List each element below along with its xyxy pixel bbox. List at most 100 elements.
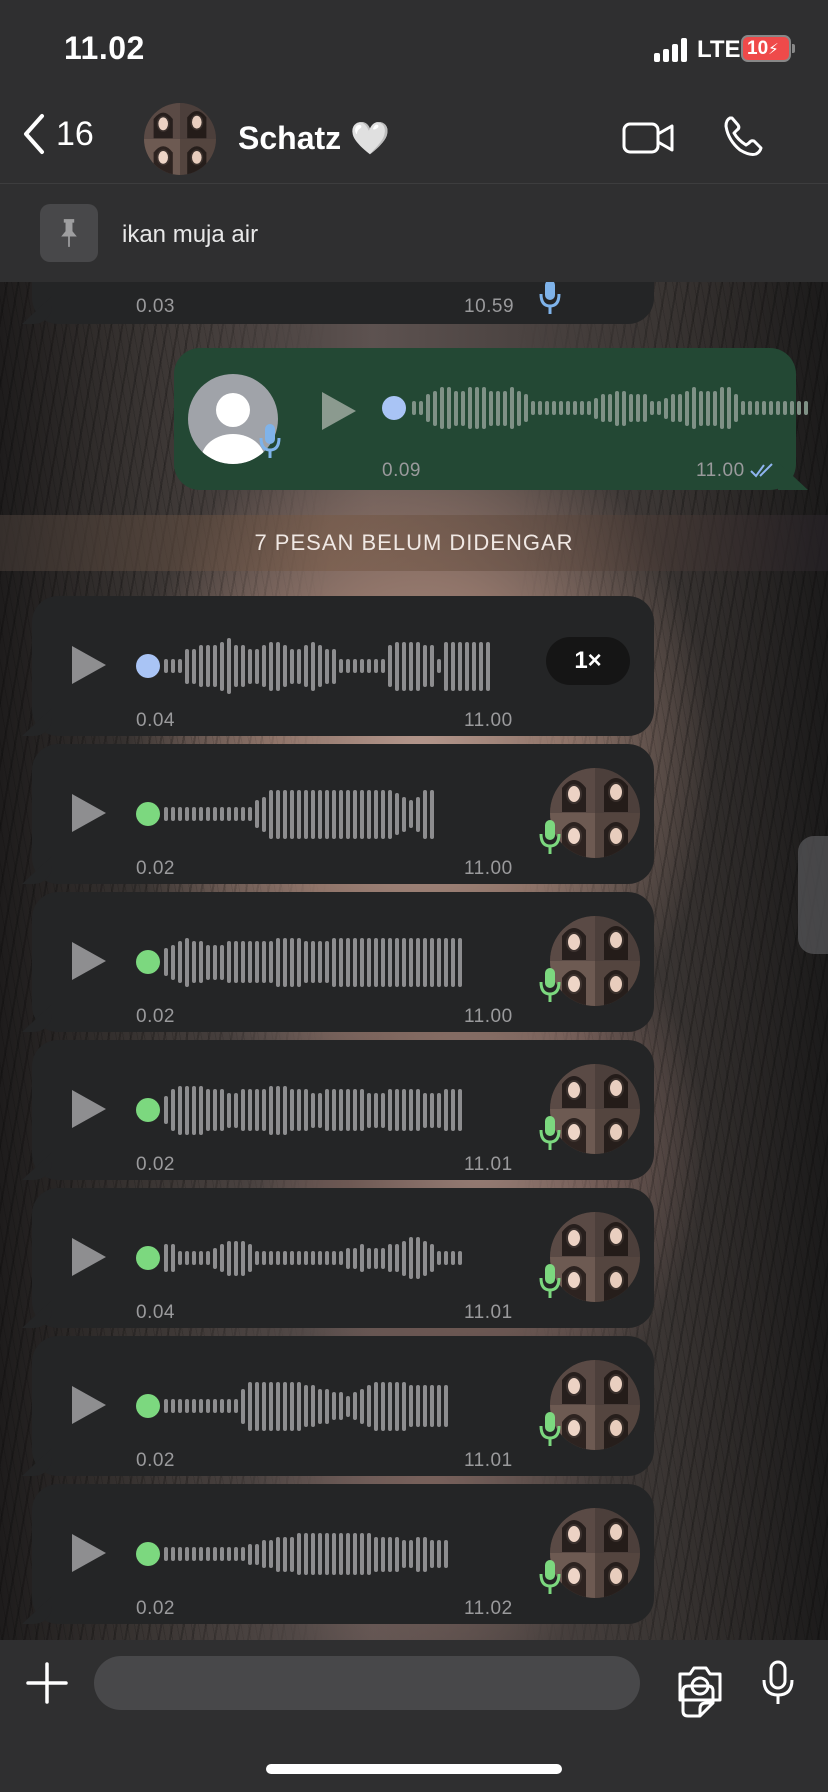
waveform-bar [206, 1089, 210, 1131]
waveform-bar [283, 937, 287, 987]
back-button[interactable]: 16 [22, 112, 94, 156]
waveform-bar [402, 1381, 406, 1431]
waveform-bar [220, 944, 224, 980]
play-icon[interactable] [70, 644, 108, 686]
contact-avatar[interactable] [144, 103, 216, 175]
waveform-bar [374, 659, 378, 673]
voice-message[interactable]: 0.02 11.01 [32, 1040, 654, 1180]
waveform-bar [304, 1251, 308, 1265]
pinned-message-bar[interactable]: ikan muja air [0, 184, 828, 282]
waveform-bar [332, 1392, 336, 1420]
waveform-bar [409, 1385, 413, 1427]
waveform-bar [290, 1089, 294, 1131]
voice-message[interactable]: 0.04 11.01 [32, 1188, 654, 1328]
waveform-bar [192, 1547, 196, 1561]
playback-position-dot[interactable] [136, 1098, 160, 1122]
waveform-bar [332, 1089, 336, 1131]
waveform-bar [325, 941, 329, 983]
pin-icon [40, 204, 98, 262]
sender-avatar[interactable] [550, 1360, 640, 1450]
waveform-bar [276, 937, 280, 987]
waveform-bar [213, 807, 217, 821]
waveform-bar [185, 1251, 189, 1265]
sender-avatar[interactable] [550, 1212, 640, 1302]
waveform-bar [444, 641, 448, 691]
waveform-bar [332, 1251, 336, 1265]
home-indicator[interactable] [266, 1764, 562, 1774]
voice-message-outgoing[interactable]: 0.09 11.00 [174, 348, 808, 490]
message-input[interactable] [94, 1656, 715, 1718]
waveform[interactable] [164, 638, 493, 694]
waveform-bar [185, 648, 189, 684]
waveform-bar [472, 641, 476, 691]
voice-message[interactable]: 0.02 11.02 [32, 1484, 654, 1624]
waveform-bar [297, 937, 301, 987]
waveform-bar [185, 937, 189, 987]
waveform-bar [297, 1533, 301, 1575]
play-icon[interactable] [70, 1088, 108, 1130]
waveform-bar [636, 394, 640, 422]
waveform-bar [206, 807, 210, 821]
waveform-bar [339, 1533, 343, 1575]
sender-avatar[interactable] [550, 1064, 640, 1154]
waveform-bar [164, 659, 168, 673]
waveform-bar [283, 1085, 287, 1135]
waveform-bar [395, 937, 399, 987]
waveform-bar [213, 1399, 217, 1413]
camera-icon[interactable] [676, 1664, 724, 1704]
waveform-bar [426, 394, 430, 422]
microphone-icon[interactable] [760, 1660, 796, 1706]
waveform-bar [503, 390, 507, 426]
playback-position-dot[interactable] [136, 1542, 160, 1566]
playback-position-dot[interactable] [136, 950, 160, 974]
video-call-icon[interactable] [622, 120, 674, 156]
playback-speed-button[interactable]: 1× [546, 637, 630, 685]
waveform-bar [360, 937, 364, 987]
play-icon[interactable] [70, 1384, 108, 1426]
waveform[interactable] [164, 934, 465, 990]
play-icon[interactable] [70, 940, 108, 982]
waveform-bar [594, 397, 598, 419]
waveform-bar [311, 1251, 315, 1265]
voice-message[interactable]: 0.02 11.00 [32, 744, 654, 884]
waveform[interactable] [164, 1230, 465, 1286]
waveform-bar [444, 1089, 448, 1131]
phone-icon[interactable] [722, 114, 766, 158]
waveform-bar [297, 1251, 301, 1265]
plus-icon[interactable] [26, 1662, 68, 1704]
waveform[interactable] [164, 786, 437, 842]
waveform-bar [451, 641, 455, 691]
voice-message[interactable]: 0.04 11.00 1× [32, 596, 654, 736]
contact-name[interactable]: Schatz 🤍 [238, 119, 390, 157]
playback-position-dot[interactable] [382, 396, 406, 420]
voice-message[interactable]: 0.02 11.00 [32, 892, 654, 1032]
play-icon[interactable] [70, 792, 108, 834]
playback-position-dot[interactable] [136, 802, 160, 826]
waveform-bar [325, 1089, 329, 1131]
sender-avatar[interactable] [550, 916, 640, 1006]
waveform-bar [318, 1092, 322, 1128]
waveform[interactable] [164, 1526, 451, 1582]
waveform-bar [402, 1089, 406, 1131]
scroll-handle[interactable] [798, 836, 828, 954]
waveform-bar [395, 1536, 399, 1572]
waveform-bar [192, 648, 196, 684]
waveform-bar [297, 648, 301, 684]
waveform-bar [318, 1251, 322, 1265]
sender-avatar[interactable] [550, 768, 640, 858]
waveform[interactable] [164, 1378, 451, 1434]
playback-position-dot[interactable] [136, 1394, 160, 1418]
play-icon[interactable] [320, 390, 358, 432]
waveform-bar [538, 401, 542, 415]
playback-position-dot[interactable] [136, 654, 160, 678]
waveform-bar [283, 1381, 287, 1431]
sender-avatar[interactable] [550, 1508, 640, 1598]
waveform[interactable] [412, 380, 811, 436]
playback-position-dot[interactable] [136, 1246, 160, 1270]
voice-message[interactable]: 0.02 11.01 [32, 1336, 654, 1476]
waveform[interactable] [164, 1082, 465, 1138]
waveform-bar [178, 1251, 182, 1265]
play-icon[interactable] [70, 1236, 108, 1278]
waveform-bar [486, 641, 490, 691]
play-icon[interactable] [70, 1532, 108, 1574]
